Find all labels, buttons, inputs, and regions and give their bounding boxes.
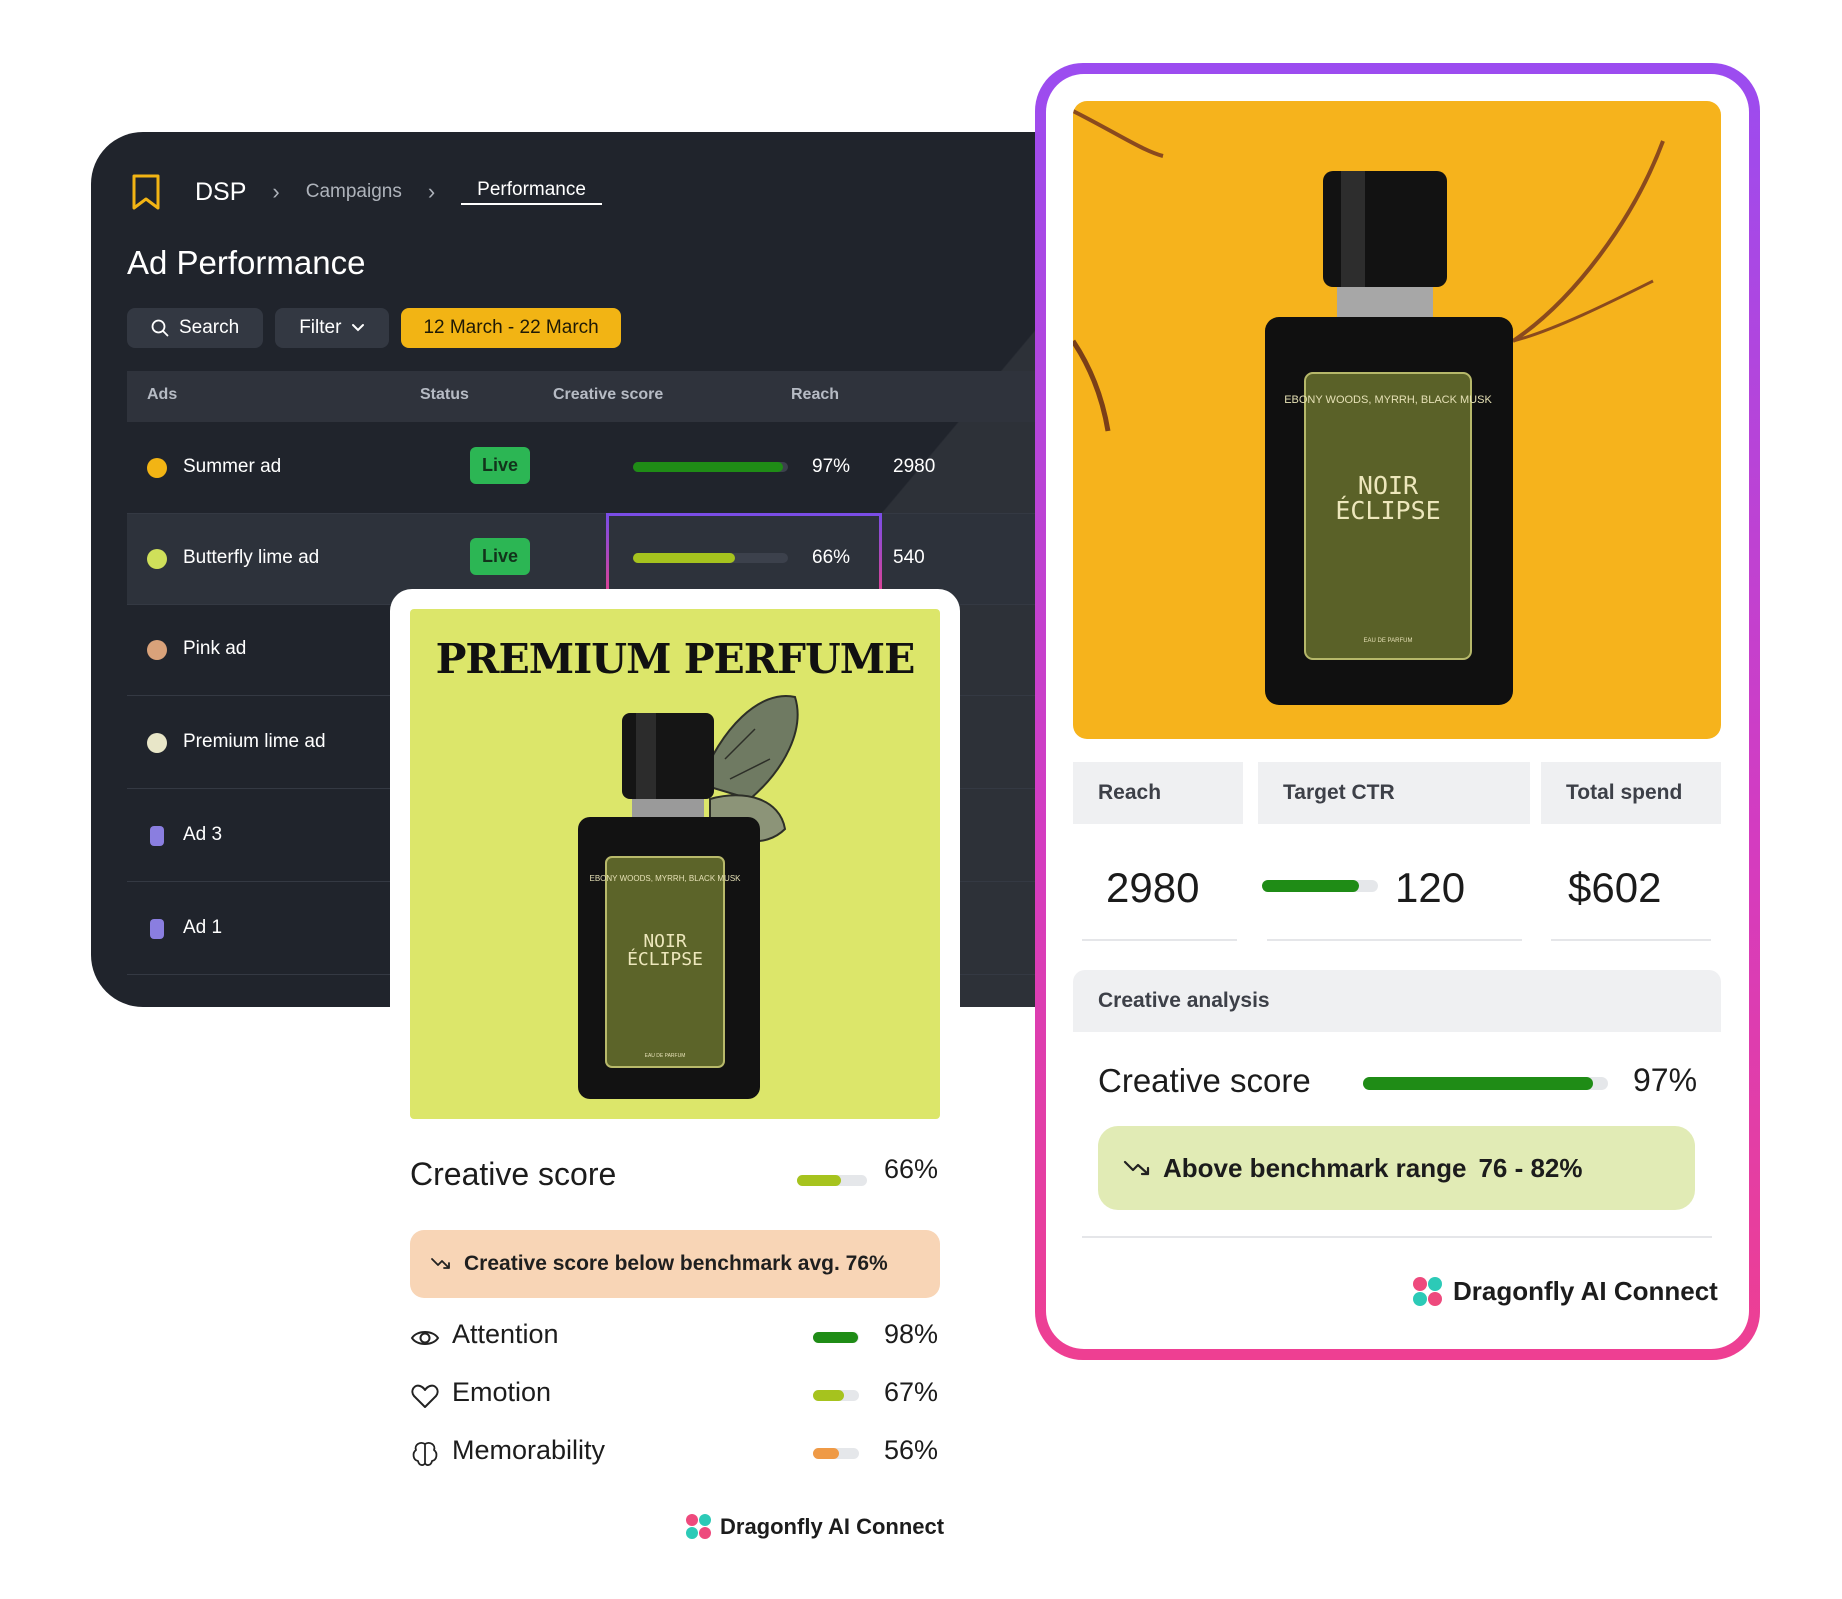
bottle-notes-text: EBONY WOODS, MYRRH, BLACK MUSK — [590, 874, 742, 883]
search-label: Search — [179, 317, 240, 338]
ad-name[interactable]: Pink ad — [183, 638, 246, 660]
breadcrumb-campaigns[interactable]: Campaigns — [306, 181, 402, 203]
eye-icon — [410, 1331, 440, 1345]
metric-emotion: Emotion 67% — [410, 1375, 940, 1415]
divider — [1551, 939, 1711, 941]
divider — [1082, 1236, 1712, 1238]
ad-name[interactable]: Ad 1 — [183, 917, 222, 939]
metric-value: 56% — [884, 1435, 939, 1465]
table-row[interactable]: Summer ad Live 97% 2980 — [127, 423, 1091, 514]
metric-label: Attention — [452, 1319, 559, 1349]
reach-value: 2980 — [893, 456, 936, 477]
benchmark-label: Above benchmark range — [1163, 1152, 1467, 1183]
metric-label: Memorability — [452, 1435, 606, 1465]
reach-value: 540 — [893, 547, 925, 568]
page-title: Ad Performance — [127, 244, 366, 281]
creative-score-value: 97% — [812, 456, 851, 477]
status-badge: Live — [470, 447, 531, 484]
brain-icon — [412, 1442, 438, 1466]
ad-name[interactable]: Summer ad — [183, 456, 281, 478]
brand-name: Dragonfly AI Connect — [1453, 1276, 1718, 1306]
breadcrumb: DSP › Campaigns › Performance — [131, 166, 602, 218]
creative-analysis-header: Creative analysis — [1073, 970, 1721, 1032]
ad-thumbnail-icon — [147, 549, 167, 569]
ad-creative-image[interactable]: PREMIUM PERFUME EBONY WOODS, MYRRH, BLAC… — [410, 609, 940, 1119]
creative-score-value: 66% — [884, 1154, 939, 1184]
ad-thumbnail-icon — [147, 458, 167, 478]
filter-button[interactable]: Filter — [275, 308, 390, 348]
ad-thumbnail-icon — [150, 919, 164, 939]
brand-footer: Dragonfly AI Connect — [1413, 1276, 1718, 1307]
benchmark-range: 76 - 82% — [1478, 1152, 1583, 1183]
column-reach[interactable]: Reach — [791, 386, 839, 404]
search-button[interactable]: Search — [127, 308, 264, 348]
metric-label: Emotion — [452, 1377, 552, 1407]
bookmark-icon[interactable] — [131, 173, 161, 211]
bottle-type-text: EAU DE PARFUM — [1364, 638, 1413, 644]
creative-score-bar — [1363, 1077, 1608, 1090]
brand-name: Dragonfly AI Connect — [720, 1514, 945, 1539]
metric-attention: Attention 98% — [410, 1317, 940, 1357]
metric-value: 98% — [884, 1319, 939, 1349]
filter-label: Filter — [299, 317, 342, 338]
creative-detail-card: EBONY WOODS, MYRRH, BLACK MUSK NOIR ÉCLI… — [1035, 63, 1760, 1360]
ad-name[interactable]: Butterfly lime ad — [183, 547, 319, 569]
benchmark-badge: Above benchmark range 76 - 82% — [1098, 1126, 1695, 1210]
ctr-bar — [1262, 880, 1378, 892]
kpi-ctr-header: Target CTR — [1258, 762, 1530, 824]
creative-score-label: Creative score — [1098, 1062, 1311, 1099]
kpi-spend-header: Total spend — [1541, 762, 1721, 824]
column-creative-score[interactable]: Creative score — [553, 386, 663, 404]
ad-name[interactable]: Ad 3 — [183, 824, 222, 846]
kpi-reach-value: 2980 — [1106, 864, 1200, 911]
column-status[interactable]: Status — [420, 386, 469, 404]
creative-score-bar — [797, 1175, 867, 1186]
creative-score-label: Creative score — [410, 1156, 617, 1192]
ad-thumbnail-icon — [147, 733, 167, 753]
search-icon — [151, 319, 169, 337]
breadcrumb-app[interactable]: DSP — [195, 178, 246, 207]
heart-icon — [411, 1384, 439, 1408]
kpi-ctr-value: 120 — [1395, 864, 1466, 911]
metric-bar — [813, 1390, 859, 1401]
status-badge: Live — [470, 538, 531, 575]
breadcrumb-current[interactable]: Performance — [461, 179, 602, 205]
brand-footer: Dragonfly AI Connect — [686, 1514, 944, 1540]
kpi-spend-value: $602 — [1568, 864, 1662, 911]
date-range-button[interactable]: 12 March - 22 March — [401, 308, 621, 348]
ad-thumbnail-icon — [147, 640, 167, 660]
dragonfly-logo-icon — [1413, 1276, 1443, 1307]
perfume-bottle-illustration: EBONY WOODS, MYRRH, BLACK MUSK NOIR ÉCLI… — [578, 694, 799, 1099]
divider — [1267, 939, 1522, 941]
creative-score-bar — [633, 462, 788, 472]
toolbar: Search Filter 12 March - 22 March — [127, 308, 621, 348]
chevron-down-icon — [352, 324, 365, 332]
benchmark-alert: Creative score below benchmark avg. 76% — [410, 1230, 940, 1298]
bottle-name-line-2: ÉCLIPSE — [1335, 496, 1440, 525]
kpi-reach-header: Reach — [1073, 762, 1243, 824]
product-image[interactable]: EBONY WOODS, MYRRH, BLACK MUSK NOIR ÉCLI… — [1073, 101, 1721, 739]
ad-name[interactable]: Premium lime ad — [183, 731, 326, 753]
benchmark-alert-text: Creative score below benchmark avg. 76% — [464, 1252, 888, 1275]
metric-memorability: Memorability 56% — [410, 1433, 940, 1473]
divider — [1082, 939, 1237, 941]
chevron-right-icon: › — [427, 179, 436, 204]
ad-thumbnail-icon — [150, 826, 164, 846]
trend-down-icon — [431, 1258, 450, 1269]
column-ads[interactable]: Ads — [147, 386, 177, 404]
metric-bar — [813, 1448, 859, 1459]
dragonfly-logo-icon — [686, 1514, 712, 1540]
creative-score-value: 97% — [1633, 1062, 1698, 1098]
metric-bar — [813, 1332, 859, 1343]
metric-value: 67% — [884, 1377, 939, 1407]
creative-score-card: PREMIUM PERFUME EBONY WOODS, MYRRH, BLAC… — [390, 589, 960, 1599]
trend-icon — [1123, 1160, 1150, 1176]
bottle-name-line-2: ÉCLIPSE — [627, 948, 703, 970]
perfume-bottle-illustration: EBONY WOODS, MYRRH, BLACK MUSK NOIR ÉCLI… — [1073, 109, 1665, 705]
table-header: Ads Status Creative score Reach — [127, 371, 1091, 422]
bottle-type-text: EAU DE PARFUM — [645, 1053, 686, 1059]
chevron-right-icon: › — [272, 179, 280, 204]
bottle-notes-text: EBONY WOODS, MYRRH, BLACK MUSK — [1284, 394, 1492, 406]
